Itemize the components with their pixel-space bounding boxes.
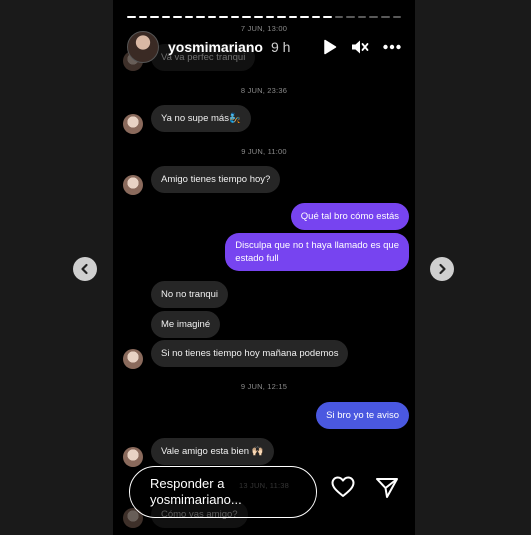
progress-segment — [230, 16, 240, 18]
chevron-left-icon — [81, 263, 88, 275]
message-received: Ya no supe más🧞 — [151, 105, 251, 132]
progress-segment — [254, 16, 263, 18]
progress-segment — [311, 16, 321, 18]
story-viewer-page: 7 JUN, 13:00 Va va perfec tranqui 8 JUN,… — [0, 0, 531, 535]
progress-segment — [277, 16, 286, 18]
progress-segment — [184, 16, 194, 18]
previous-story-button[interactable] — [73, 257, 97, 281]
progress-segment — [334, 16, 344, 18]
message-line: Disculpa que no t haya llamado es que — [235, 240, 399, 251]
message-received: Me imaginé — [151, 311, 221, 338]
avatar — [123, 114, 143, 134]
progress-segment — [265, 16, 275, 18]
progress-segment — [323, 16, 332, 18]
progress-segment — [357, 16, 367, 18]
reply-placeholder-line: Responder a — [150, 476, 225, 491]
timestamp: 9 JUN, 12:15 — [240, 382, 288, 391]
message-received: Si no tienes tiempo hoy mañana podemos — [151, 340, 349, 367]
reply-input[interactable]: Responder a yosmimariano... — [129, 466, 317, 518]
reply-placeholder-line: yosmimariano... — [150, 492, 242, 507]
progress-segment — [161, 16, 171, 18]
avatar — [123, 447, 143, 467]
volume-mute-icon[interactable] — [351, 39, 369, 55]
next-story-button[interactable] — [430, 257, 454, 281]
story-time: 9 h — [270, 39, 291, 55]
send-icon[interactable] — [375, 476, 399, 500]
timestamp: 9 JUN, 11:00 — [241, 147, 287, 156]
avatar — [123, 175, 143, 195]
progress-segment — [381, 16, 390, 18]
progress-segment — [242, 16, 252, 18]
username-link[interactable]: yosmimariano — [168, 39, 263, 55]
progress-segment — [207, 16, 217, 18]
chevron-right-icon — [439, 263, 446, 275]
play-icon[interactable] — [323, 39, 337, 55]
heart-icon[interactable] — [331, 476, 355, 498]
header-controls — [323, 39, 401, 55]
progress-segment — [346, 16, 355, 18]
message-line: estado full — [235, 253, 279, 264]
progress-segment — [369, 16, 379, 18]
story-frame[interactable]: 7 JUN, 13:00 Va va perfec tranqui 8 JUN,… — [113, 0, 415, 535]
progress-segment — [219, 16, 228, 18]
profile-avatar[interactable] — [127, 31, 159, 63]
message-sent: Qué tal bro cómo estás — [290, 203, 409, 230]
more-horizontal-icon[interactable] — [383, 44, 401, 50]
story-progress-bar — [127, 16, 402, 18]
progress-segment — [196, 16, 205, 18]
progress-segment — [173, 16, 182, 18]
message-received: Amigo tienes tiempo hoy? — [151, 166, 281, 193]
reply-actions — [331, 476, 399, 500]
progress-segment — [288, 16, 298, 18]
progress-segment — [300, 16, 309, 18]
timestamp: 8 JUN, 23:36 — [240, 86, 288, 95]
progress-segment — [392, 16, 402, 18]
progress-segment — [138, 16, 148, 18]
message-sent: Disculpa que no t haya llamado es que es… — [225, 233, 409, 271]
story-header: yosmimariano 9 h — [127, 31, 401, 63]
message-sent: Si bro yo te aviso — [316, 402, 409, 429]
avatar — [123, 349, 143, 369]
message-received: Vale amigo esta bien 🙌🏻 — [151, 438, 274, 465]
message-received: No no tranqui — [151, 281, 229, 308]
progress-segment — [150, 16, 159, 18]
progress-segment — [127, 16, 136, 18]
chat-screenshot: 7 JUN, 13:00 Va va perfec tranqui 8 JUN,… — [113, 0, 415, 535]
